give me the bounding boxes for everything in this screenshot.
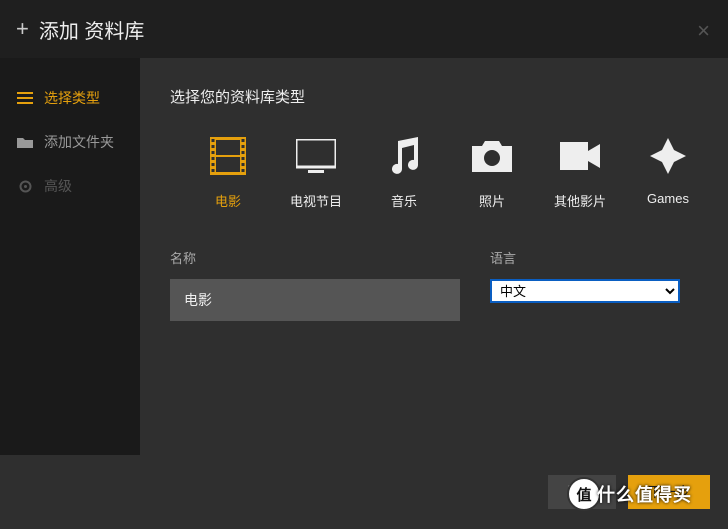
main-panel: 选择您的资料库类型 电影 电视节目 音乐 <box>140 58 728 455</box>
sidebar-item-label: 选择类型 <box>44 88 100 108</box>
sidebar-item-select-type[interactable]: 选择类型 <box>0 76 140 120</box>
wizard-sidebar: 选择类型 添加文件夹 高级 <box>0 58 140 455</box>
dialog-title: 添加 资料库 <box>39 15 145 44</box>
sidebar-item-advanced[interactable]: 高级 <box>0 164 140 208</box>
dialog-footer: 取消 下一步 <box>0 455 728 529</box>
section-title: 选择您的资料库类型 <box>170 86 698 107</box>
type-label: 电影 <box>215 191 241 210</box>
type-movies[interactable]: 电影 <box>198 135 258 210</box>
type-label: Games <box>647 191 689 206</box>
next-button[interactable]: 下一步 <box>628 475 710 509</box>
camera-icon <box>472 135 512 177</box>
type-music[interactable]: 音乐 <box>374 135 434 210</box>
name-label: 名称 <box>170 248 460 267</box>
type-label: 音乐 <box>391 191 417 210</box>
dialog-header: + 添加 资料库 <box>0 0 728 58</box>
type-tv[interactable]: 电视节目 <box>286 135 346 210</box>
language-field-group: 语言 中文 <box>490 248 680 321</box>
type-label: 电视节目 <box>290 191 342 210</box>
type-games[interactable]: Games <box>638 135 698 210</box>
sidebar-item-label: 高级 <box>44 176 72 196</box>
sidebar-item-add-folder[interactable]: 添加文件夹 <box>0 120 140 164</box>
type-label: 照片 <box>479 191 505 210</box>
film-icon <box>210 135 246 177</box>
name-field-group: 名称 <box>170 248 460 321</box>
folder-icon <box>16 136 34 148</box>
plus-icon: + <box>16 16 29 42</box>
library-type-row: 电影 电视节目 音乐 照片 <box>170 135 698 210</box>
music-icon <box>388 135 420 177</box>
type-label: 其他影片 <box>554 191 606 210</box>
type-other-videos[interactable]: 其他影片 <box>550 135 610 210</box>
tv-icon <box>296 135 336 177</box>
list-icon <box>16 92 34 104</box>
close-icon[interactable]: × <box>697 18 710 44</box>
name-input[interactable] <box>170 279 460 321</box>
language-select[interactable]: 中文 <box>490 279 680 303</box>
video-icon <box>560 135 600 177</box>
games-icon <box>650 135 686 177</box>
type-photos[interactable]: 照片 <box>462 135 522 210</box>
sidebar-item-label: 添加文件夹 <box>44 132 114 152</box>
language-label: 语言 <box>490 248 680 267</box>
cancel-button[interactable]: 取消 <box>548 475 616 509</box>
gear-icon <box>16 179 34 194</box>
